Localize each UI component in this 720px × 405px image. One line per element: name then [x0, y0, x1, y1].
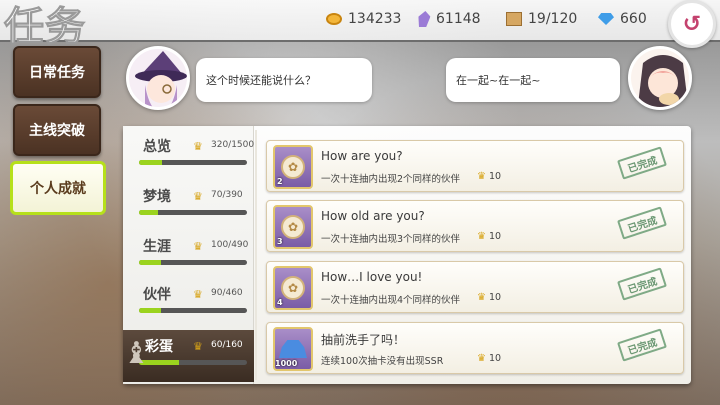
badge-number: 3 — [277, 237, 283, 246]
diamond-resource: 660 — [598, 11, 647, 27]
completed-stamp: 已完成 — [617, 206, 667, 240]
flower-icon: ✿ — [281, 276, 305, 300]
progress-fill — [139, 210, 159, 215]
category-count: 320/1500 — [211, 140, 255, 150]
gold-resource: 134233 — [326, 11, 401, 27]
category-name: 伙伴 — [143, 287, 171, 303]
achievement-desc: 一次十连抽内出现4个同样的伙伴 — [321, 295, 461, 306]
category-name: 总览 — [143, 139, 171, 155]
crown-icon: ♛ — [193, 190, 203, 203]
category-count: 70/390 — [211, 190, 243, 200]
progress-bar — [139, 308, 247, 313]
category-partner[interactable]: 伙伴 ♛ 90/460 — [123, 278, 254, 328]
crystal-resource: 61148 — [418, 11, 481, 27]
page-title: 任务 — [4, 4, 86, 51]
achievement-title: How are you? — [321, 149, 403, 163]
completed-stamp: 已完成 — [617, 328, 667, 362]
sidebar-item-achievements[interactable]: 个人成就 — [10, 161, 106, 215]
reward: ♛ 10 — [477, 292, 501, 303]
purple-crystal-icon — [417, 11, 432, 27]
badge-number: 2 — [277, 177, 283, 186]
category-dream[interactable]: 梦境 ♛ 70/390 — [123, 180, 254, 230]
reward: ♛ 10 — [477, 171, 501, 182]
achievement-title: How…I love you! — [321, 270, 423, 284]
right-speech-text: 在一起~在一起~ — [456, 74, 541, 87]
reward-value: 10 — [488, 171, 502, 182]
category-count: 60/160 — [211, 340, 243, 350]
progress-fill — [139, 260, 161, 265]
category-name: 生涯 — [143, 239, 171, 255]
achievement-card: ✿ 4 How…I love you! 一次十连抽内出现4个同样的伙伴 ♛ 10 … — [266, 261, 684, 313]
gold-value: 134233 — [348, 11, 402, 27]
nun-avatar — [628, 46, 692, 110]
flower-icon: ✿ — [281, 215, 305, 239]
achievement-card: ✿ 2 How are you? 一次十连抽内出现2个同样的伙伴 ♛ 10 已完成 — [266, 140, 684, 192]
crate-icon — [506, 12, 522, 26]
category-name: 梦境 — [143, 189, 171, 205]
progress-bar — [139, 160, 247, 165]
category-career[interactable]: 生涯 ♛ 100/490 — [123, 230, 254, 280]
progress-fill — [139, 308, 161, 313]
gems-icon — [279, 340, 307, 358]
progress-fill — [139, 160, 162, 165]
achievement-title: 抽前洗手了吗！ — [321, 333, 406, 347]
progress-bar — [139, 360, 247, 365]
gold-coin-icon — [326, 13, 342, 25]
sidebar-item-label: 主线突破 — [29, 123, 85, 139]
badge-number: 1000 — [275, 359, 298, 368]
reward: ♛ 10 — [477, 231, 501, 242]
category-count: 90/460 — [211, 288, 243, 298]
crate-resource: 19/120 — [506, 11, 577, 27]
left-speech-text: 这个时候还能说什么？ — [206, 74, 316, 87]
crown-icon: ♛ — [477, 292, 486, 303]
progress-bar — [139, 260, 247, 265]
reward: ♛ 10 — [477, 353, 501, 364]
crown-icon: ♛ — [477, 171, 486, 182]
crystal-value: 61148 — [436, 11, 481, 27]
left-speech-bubble: 这个时候还能说什么？ — [196, 58, 372, 102]
reward-value: 10 — [488, 231, 502, 242]
achievement-desc: 一次十连抽内出现3个同样的伙伴 — [321, 234, 461, 245]
flower-icon: ✿ — [281, 155, 305, 179]
sidebar-item-main[interactable]: 主线突破 — [13, 104, 101, 156]
category-easter-egg[interactable]: 彩蛋 ♛ 60/160 ♝ — [123, 330, 254, 382]
divider — [255, 130, 257, 380]
category-count: 100/490 — [211, 240, 249, 250]
crate-value: 19/120 — [528, 11, 578, 27]
category-overview[interactable]: 总览 ♛ 320/1500 — [123, 130, 254, 180]
back-button[interactable]: ↺ — [668, 0, 716, 48]
diamond-value: 660 — [620, 11, 647, 27]
achievement-desc: 一次十连抽内出现2个同样的伙伴 — [321, 174, 461, 185]
completed-stamp: 已完成 — [617, 146, 667, 180]
crown-icon: ♛ — [477, 231, 486, 242]
badge-number: 4 — [277, 298, 283, 307]
completed-stamp: 已完成 — [617, 267, 667, 301]
reward-value: 10 — [488, 353, 502, 364]
crown-icon: ♛ — [193, 140, 203, 153]
reward-value: 10 — [488, 292, 502, 303]
sidebar-item-label: 日常任务 — [29, 65, 85, 81]
chess-piece-icon: ♝ — [123, 336, 150, 371]
diamond-icon — [598, 13, 614, 25]
back-arrow-icon: ↺ — [682, 11, 702, 37]
achievement-card: 1000 抽前洗手了吗！ 连续100次抽卡没有出现SSR ♛ 10 已完成 — [266, 322, 684, 374]
achievement-title: How old are you? — [321, 209, 425, 223]
crown-icon: ♛ — [193, 288, 203, 301]
crown-icon: ♛ — [477, 353, 486, 364]
top-bar: 任务 134233 61148 19/120 660 — [0, 0, 720, 51]
achievement-card: ✿ 3 How old are you? 一次十连抽内出现3个同样的伙伴 ♛ 10… — [266, 200, 684, 252]
progress-bar — [139, 210, 247, 215]
witch-avatar — [126, 46, 190, 110]
right-speech-bubble: 在一起~在一起~ — [446, 58, 620, 102]
sidebar-item-label: 个人成就 — [30, 181, 86, 197]
crown-icon: ♛ — [193, 340, 203, 353]
crown-icon: ♛ — [193, 240, 203, 253]
sidebar-item-daily[interactable]: 日常任务 — [13, 46, 101, 98]
achievement-desc: 连续100次抽卡没有出现SSR — [321, 356, 444, 367]
